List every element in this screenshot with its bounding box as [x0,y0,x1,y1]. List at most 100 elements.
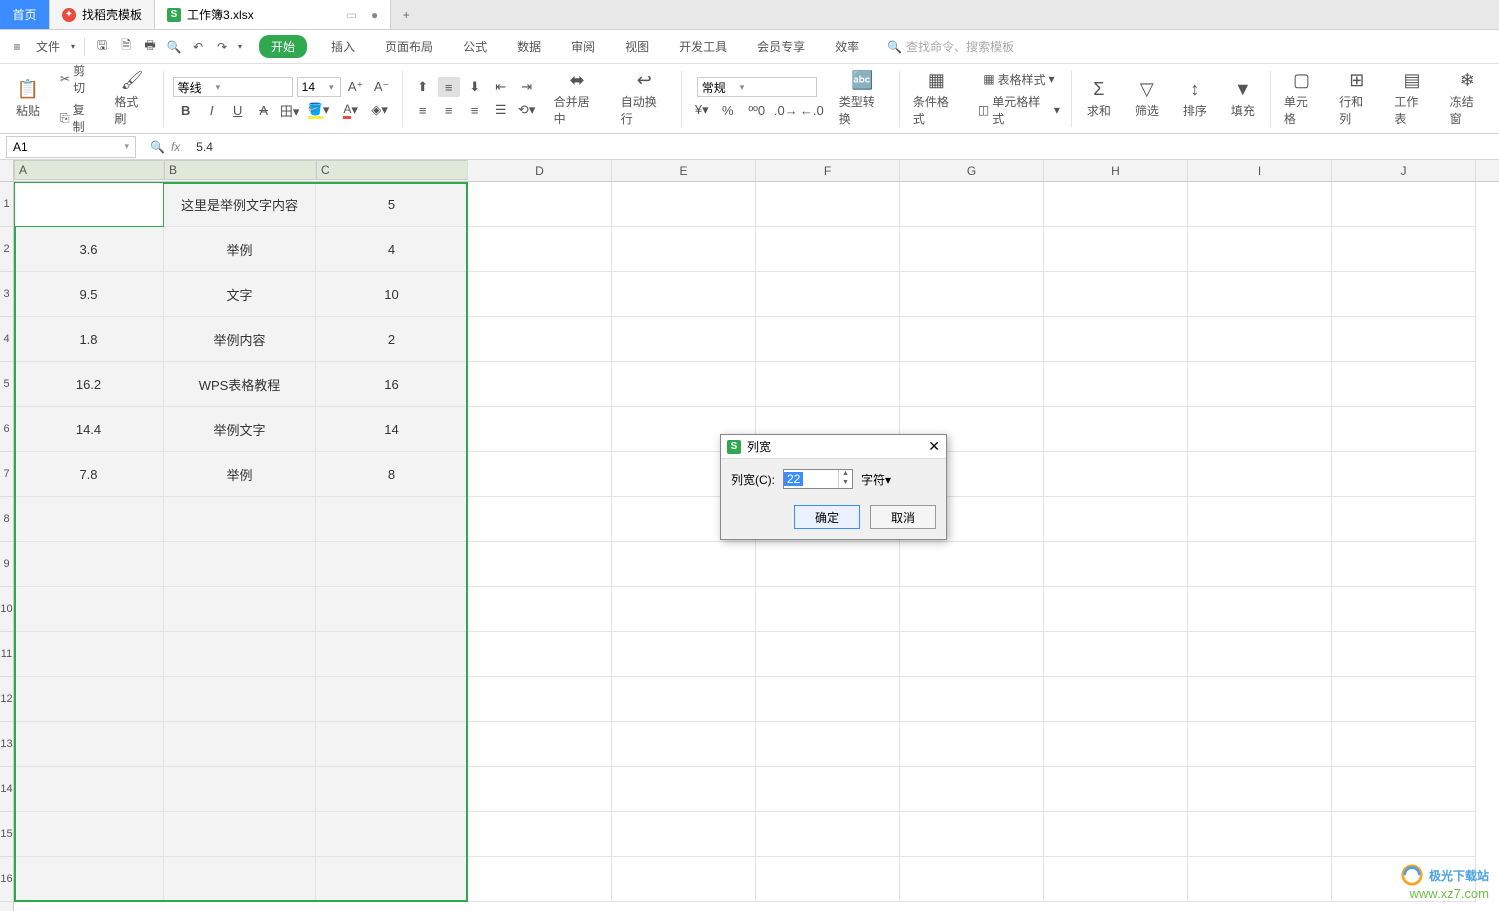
cell[interactable] [1044,227,1188,272]
cell[interactable] [900,542,1044,587]
save-icon[interactable]: 🖫 [91,36,113,58]
dropdown-icon[interactable]: ▾ [68,36,78,58]
cell[interactable] [14,632,164,677]
cell[interactable] [612,272,756,317]
align-left-icon[interactable]: ≡ [412,100,434,120]
cell[interactable]: 4 [316,227,468,272]
column-header[interactable]: B [164,160,316,180]
cell[interactable] [468,677,612,722]
copy-button[interactable]: ⎘复制 [58,100,98,136]
cell[interactable]: 7.8 [14,452,164,497]
cell[interactable] [612,227,756,272]
cell[interactable] [612,632,756,677]
cell[interactable] [316,542,468,587]
format-painter-button[interactable]: 🖌格式刷 [110,68,153,129]
cell[interactable] [1188,407,1332,452]
column-header[interactable]: D [468,160,612,181]
cell[interactable] [1332,632,1476,677]
preview-icon[interactable]: 🔍 [163,36,185,58]
cell[interactable] [1188,812,1332,857]
fill-button[interactable]: ▼填充 [1225,77,1261,121]
column-header[interactable]: A [14,160,164,180]
cell[interactable] [1188,227,1332,272]
cell[interactable] [1044,182,1188,227]
cell[interactable] [900,362,1044,407]
cell[interactable] [316,812,468,857]
cell[interactable] [1332,407,1476,452]
cell[interactable] [1188,857,1332,902]
increase-font-icon[interactable]: A⁺ [345,77,367,97]
cell[interactable] [756,182,900,227]
saveas-icon[interactable]: 🗎 [115,36,137,58]
cell[interactable] [1332,362,1476,407]
cell[interactable] [1332,452,1476,497]
column-width-input[interactable]: 22 ▲▼ [783,469,853,489]
cell[interactable]: 文字 [164,272,316,317]
decrease-font-icon[interactable]: A⁻ [371,77,393,97]
ribbon-tab-formula[interactable]: 公式 [457,35,493,58]
cell[interactable] [164,497,316,542]
cell[interactable] [1332,812,1476,857]
cell[interactable] [1044,722,1188,767]
cell[interactable] [1188,362,1332,407]
file-menu[interactable]: 文件 [30,38,66,55]
cell[interactable] [900,812,1044,857]
cell[interactable] [468,497,612,542]
ok-button[interactable]: 确定 [794,505,860,529]
ribbon-tab-efficiency[interactable]: 效率 [829,35,865,58]
cell[interactable]: WPS表格教程 [164,362,316,407]
dialog-titlebar[interactable]: S 列宽 ✕ [721,435,946,459]
increase-decimal-icon[interactable]: .0→ [775,100,797,120]
cell[interactable] [316,767,468,812]
cell[interactable] [316,587,468,632]
cell[interactable] [900,317,1044,362]
sum-button[interactable]: Σ求和 [1081,77,1117,121]
font-size-select[interactable]: 14▾ [297,77,341,97]
strike-button[interactable]: A [253,100,275,120]
sort-button[interactable]: ↕排序 [1177,77,1213,121]
cell[interactable] [468,182,612,227]
zoom-icon[interactable]: 🔍 [150,140,165,154]
cell[interactable] [1332,722,1476,767]
cell[interactable] [468,812,612,857]
cell[interactable] [316,497,468,542]
row-header[interactable]: 12 [0,677,13,722]
cell[interactable] [1044,857,1188,902]
filter-button[interactable]: ▽筛选 [1129,77,1165,121]
cell[interactable]: 这里是举例文字内容 [164,182,316,227]
cell[interactable] [1332,767,1476,812]
cell[interactable] [612,587,756,632]
cell[interactable]: 10 [316,272,468,317]
cond-format-button[interactable]: ▦条件格式 [909,68,964,129]
ribbon-tab-member[interactable]: 会员专享 [751,35,811,58]
cell[interactable] [612,767,756,812]
cell[interactable] [900,182,1044,227]
cell[interactable] [756,362,900,407]
fill-color-button[interactable]: 🪣▾ [305,100,333,120]
cell[interactable] [468,227,612,272]
cell[interactable] [468,362,612,407]
auto-wrap-button[interactable]: ↩自动换行 [617,68,672,129]
cell[interactable] [612,812,756,857]
cell[interactable] [612,362,756,407]
cell[interactable] [900,272,1044,317]
cell[interactable] [1188,767,1332,812]
cell[interactable] [1044,452,1188,497]
cell[interactable] [316,677,468,722]
indent-left-icon[interactable]: ⇤ [490,77,512,97]
freeze-button[interactable]: ❄冻结窗 [1446,68,1489,129]
cell[interactable] [1332,542,1476,587]
column-header[interactable]: I [1188,160,1332,181]
cell[interactable] [164,767,316,812]
cell[interactable] [1044,317,1188,362]
decrease-decimal-icon[interactable]: ←.0 [801,100,823,120]
align-right-icon[interactable]: ≡ [464,100,486,120]
cell[interactable] [1044,632,1188,677]
cell[interactable]: 16.2 [14,362,164,407]
row-header[interactable]: 2 [0,227,13,272]
percent-icon[interactable]: % [717,100,739,120]
row-header[interactable]: 5 [0,362,13,407]
row-header[interactable]: 16 [0,857,13,902]
cell[interactable] [468,272,612,317]
cell[interactable] [14,857,164,902]
